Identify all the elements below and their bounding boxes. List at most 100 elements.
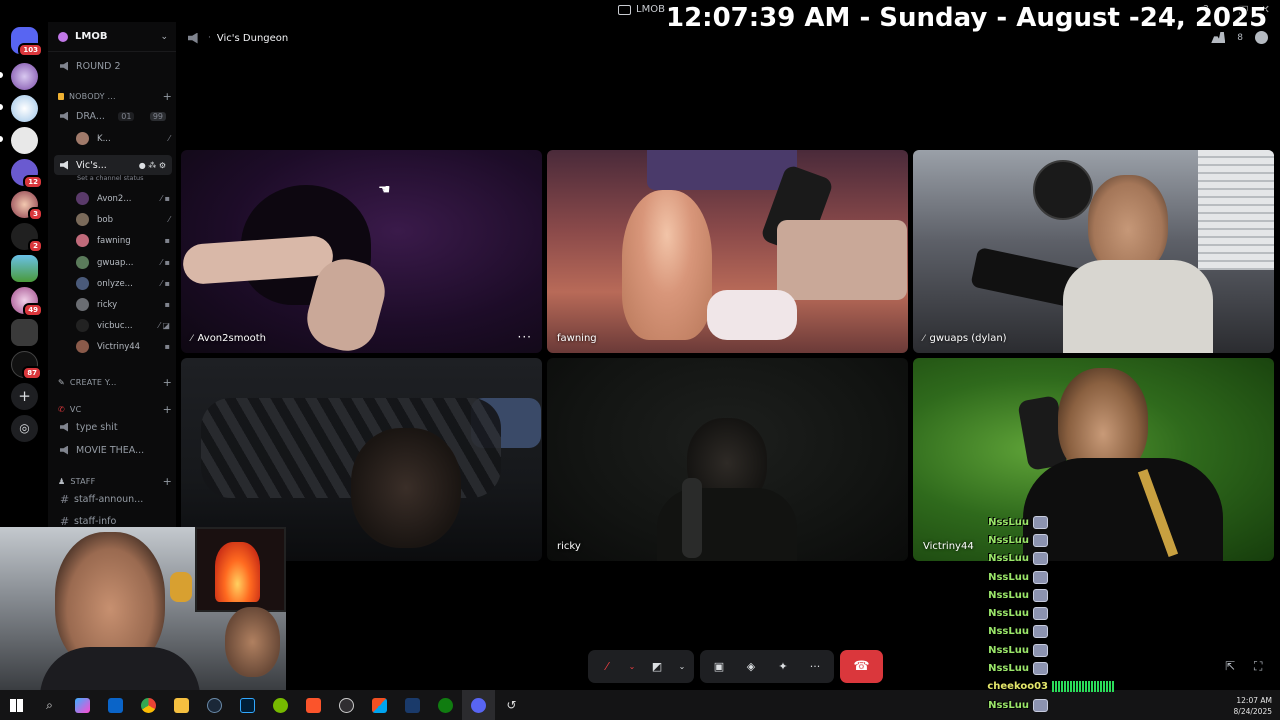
- voice-member[interactable]: gwuap... ⁄ ▪: [76, 253, 172, 272]
- channel-staff-announcements[interactable]: # staff-announ...: [54, 489, 172, 509]
- server-icon-8[interactable]: 49: [11, 287, 43, 317]
- icon-fill: [405, 697, 420, 713]
- voice-member[interactable]: vicbuc... ⁄ ◪: [76, 316, 172, 335]
- server-icon-5[interactable]: 3: [11, 191, 43, 221]
- voice-member[interactable]: Victriny44 ▪: [76, 337, 172, 356]
- members-icon[interactable]: [1211, 32, 1226, 43]
- activity-icon[interactable]: ◈: [740, 656, 762, 678]
- streamer-shirt: [40, 647, 200, 690]
- disconnect-button[interactable]: ☎: [840, 650, 883, 683]
- guild-header[interactable]: LMOB ⌄: [48, 22, 176, 52]
- server-icon-9[interactable]: [11, 319, 38, 346]
- popout-icon[interactable]: ⇱: [1225, 659, 1235, 673]
- camera-off-icon[interactable]: ◩: [646, 656, 668, 678]
- channel-dra[interactable]: DRA... 01 99: [54, 106, 172, 126]
- avatar: [76, 213, 89, 226]
- video-tile[interactable]: fawning: [547, 150, 908, 353]
- category-create[interactable]: ✎ CREATE Y... +: [58, 374, 172, 390]
- participant-label: ricky: [557, 541, 581, 552]
- add-channel-icon[interactable]: +: [163, 376, 172, 389]
- channel-sidebar: LMOB ⌄ ROUND 2 NOBODY ... + DRA... 01 99…: [48, 22, 176, 527]
- file-explorer-icon[interactable]: [165, 690, 198, 720]
- system-tray-clock[interactable]: 12:07 AM 8/24/2025: [1234, 695, 1272, 717]
- channel-movie-theater[interactable]: MOVIE THEA...: [54, 440, 172, 460]
- chevron-down-icon[interactable]: ⌄: [678, 656, 686, 678]
- channel-status-prompt[interactable]: Set a channel status: [77, 174, 144, 182]
- app-icon[interactable]: ↺: [495, 690, 528, 720]
- start-button[interactable]: [0, 690, 33, 720]
- icon-fill: [207, 697, 222, 713]
- icon-fill: [273, 697, 288, 713]
- add-channel-icon[interactable]: +: [163, 90, 172, 103]
- search-icon[interactable]: ⌕: [33, 690, 66, 720]
- photoshop-icon[interactable]: [231, 690, 264, 720]
- channel-label: staff-info: [74, 515, 117, 527]
- server-icon-4[interactable]: 12: [11, 159, 43, 189]
- voice-member[interactable]: onlyze... ⁄ ▪: [76, 274, 172, 293]
- more-options-icon[interactable]: ···: [518, 330, 532, 344]
- category-nobody[interactable]: NOBODY ... +: [58, 88, 172, 104]
- steam-icon[interactable]: [198, 690, 231, 720]
- category-label: VC: [69, 404, 82, 414]
- video-tile[interactable]: ricky: [547, 358, 908, 561]
- direct-messages-button[interactable]: 103: [11, 27, 43, 57]
- sound-wave-icon: [1052, 681, 1114, 693]
- chevron-down-icon[interactable]: ⌄: [628, 656, 636, 678]
- vegas-icon[interactable]: [396, 690, 429, 720]
- category-vc[interactable]: ✆ VC +: [58, 401, 172, 417]
- server-icon-7[interactable]: [11, 255, 38, 282]
- soundboard-icon[interactable]: ✦: [772, 656, 794, 678]
- channel-vics-dungeon[interactable]: Vic's... ● ⁂ ⚙: [54, 155, 172, 175]
- server-icon-6[interactable]: 2: [11, 223, 43, 253]
- channel-staff-info[interactable]: # staff-info: [54, 511, 172, 528]
- discover-icon[interactable]: ◎: [11, 415, 38, 442]
- bot-badge-icon: [1033, 533, 1048, 547]
- voice-member[interactable]: Avon2... ⁄ ▪: [76, 189, 172, 208]
- speaker-icon: [60, 160, 68, 170]
- voice-member-k[interactable]: K... ⁄: [76, 129, 172, 148]
- obs-icon[interactable]: [330, 690, 363, 720]
- channel-label: staff-announ...: [74, 493, 144, 505]
- server-icon-lmob[interactable]: [11, 63, 38, 90]
- mouse-cursor-icon: ☚: [378, 182, 391, 198]
- chat-username: NssLuu: [988, 516, 1029, 528]
- store-icon[interactable]: [363, 690, 396, 720]
- video-tile[interactable]: ☚ ⁄ Avon2smooth ···: [181, 150, 542, 353]
- icon-fill: [141, 697, 156, 713]
- avatar: [76, 234, 89, 247]
- add-channel-icon[interactable]: +: [163, 475, 172, 488]
- mute-icon: ⁄: [168, 134, 170, 143]
- chrome-icon[interactable]: [132, 690, 165, 720]
- voice-member[interactable]: fawning ▪: [76, 231, 172, 250]
- outlook-icon[interactable]: [99, 690, 132, 720]
- channel-type-shit[interactable]: type shit: [54, 417, 172, 437]
- member-status-icons: ⁄ ▪: [160, 194, 170, 203]
- video-tile[interactable]: ⁄ gwuaps (dylan): [913, 150, 1274, 353]
- discord-window: LMOB ? – □ ✕ 12:07:39 AM - Sunday - Augu…: [0, 0, 1280, 720]
- category-staff[interactable]: ♟ STAFF +: [58, 473, 172, 489]
- copilot-icon[interactable]: [66, 690, 99, 720]
- fullscreen-icon[interactable]: ⛶: [1254, 659, 1262, 674]
- voice-member[interactable]: bob ⁄: [76, 210, 172, 229]
- chat-message: NssLuu: [962, 623, 1112, 641]
- add-server-icon[interactable]: +: [11, 383, 38, 410]
- discord-taskbar-icon[interactable]: [462, 690, 495, 720]
- server-icon-nss[interactable]: 87: [11, 351, 42, 380]
- nvidia-icon[interactable]: [264, 690, 297, 720]
- voice-member[interactable]: ricky ▪: [76, 295, 172, 314]
- xbox-icon[interactable]: [429, 690, 462, 720]
- server-icon-3[interactable]: [11, 127, 38, 154]
- pop-filter: [1033, 160, 1093, 220]
- icon-fill: [174, 697, 189, 713]
- participant-head: [351, 428, 461, 548]
- add-channel-icon[interactable]: +: [163, 403, 172, 416]
- avatar: [76, 256, 89, 269]
- server-icon-2[interactable]: [11, 95, 38, 122]
- brave-icon[interactable]: [297, 690, 330, 720]
- mic-muted-icon[interactable]: ⁄: [596, 656, 618, 678]
- channel-round-2[interactable]: ROUND 2: [54, 56, 172, 76]
- avatar: [76, 298, 89, 311]
- channel-action-icons[interactable]: ● ⁂ ⚙: [139, 161, 166, 170]
- more-options-icon[interactable]: ···: [804, 656, 826, 678]
- screen-share-icon[interactable]: ▣: [708, 656, 730, 678]
